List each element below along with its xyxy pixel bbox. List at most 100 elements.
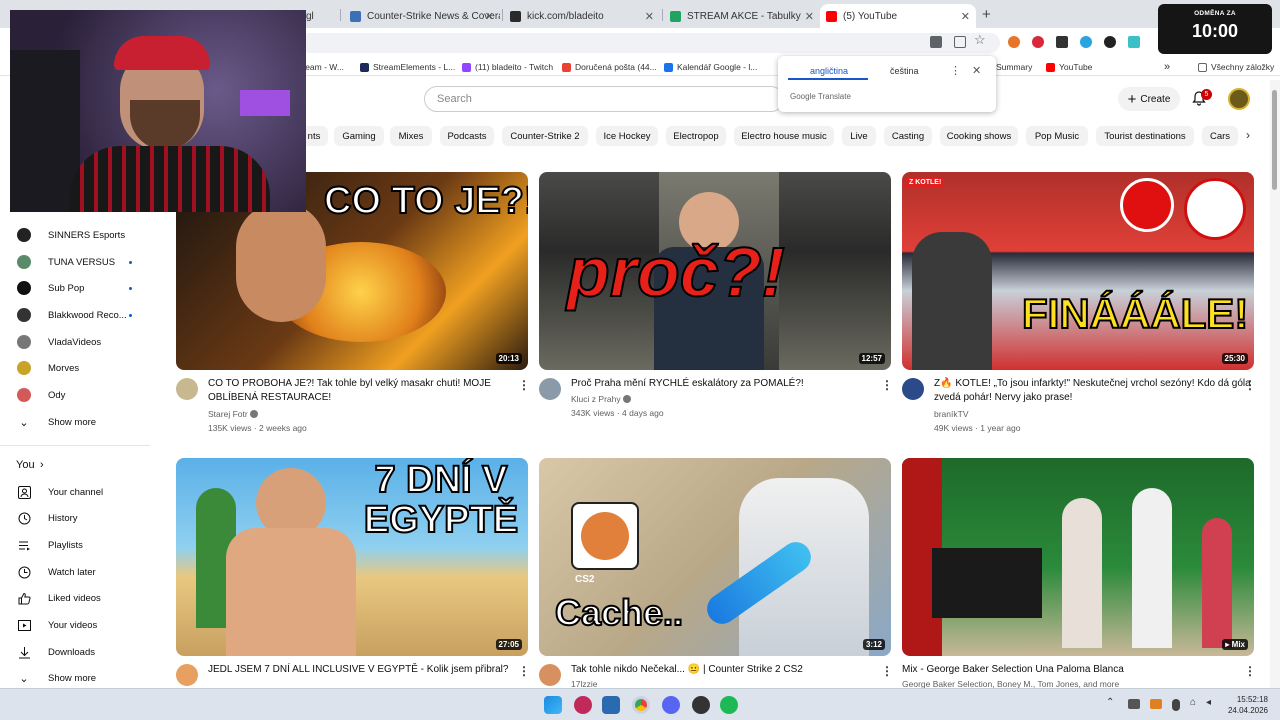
channel-avatar[interactable] [539, 664, 561, 686]
video-thumbnail[interactable]: proč?! 12:57 [539, 172, 891, 370]
tab-hltv[interactable]: Counter-Strike News & Covera ✕ [344, 4, 500, 28]
sidebar-item-history[interactable]: History [0, 508, 150, 528]
tab-youtube[interactable]: (5) YouTube ✕ [820, 4, 976, 28]
bookmark-item[interactable]: Kalendář Google - l... [664, 58, 757, 76]
chip[interactable]: Mixes [390, 126, 432, 146]
more-options-icon[interactable]: ⋮ [950, 64, 961, 77]
sidebar-item-downloads[interactable]: Downloads [0, 642, 150, 662]
chip[interactable]: Tourist destinations [1096, 126, 1194, 146]
extension-icon[interactable] [1008, 36, 1020, 48]
new-tab-button[interactable]: + [982, 6, 991, 23]
video-title[interactable]: Z🔥 KOTLE! „To jsou infarkty!" Neskutečne… [934, 377, 1254, 405]
channel-name[interactable]: George Baker Selection, Boney M., Tom Jo… [902, 677, 1119, 688]
sidebar-subscription[interactable]: Sub Pop [0, 278, 150, 298]
chip[interactable]: Counter-Strike 2 [502, 126, 588, 146]
clock[interactable]: 15:52:18 24.04.2026 [1228, 694, 1268, 716]
channel-name[interactable]: braníkTV [934, 407, 969, 421]
sidebar-subscription[interactable]: VladaVideos [0, 332, 150, 352]
more-options-icon[interactable]: ⋮ [518, 378, 530, 392]
lang-from-tab[interactable]: angličtina [810, 66, 848, 76]
close-icon[interactable]: ✕ [485, 10, 494, 23]
sidebar-item-your-channel[interactable]: Your channel [0, 482, 150, 502]
channel-avatar[interactable] [176, 378, 198, 400]
channel-name[interactable]: 17lzzie [571, 677, 597, 688]
close-icon[interactable]: ✕ [972, 64, 981, 77]
show-more-subscriptions[interactable]: ⌄ Show more [0, 412, 150, 432]
chip[interactable]: Cars [1202, 126, 1238, 146]
chevron-right-icon[interactable]: › [1246, 128, 1250, 142]
chip[interactable]: Electropop [666, 126, 726, 146]
chip[interactable]: Pop Music [1026, 126, 1088, 146]
chip[interactable]: Electro house music [734, 126, 834, 146]
app-icon[interactable] [692, 696, 710, 714]
extension-icon[interactable] [1128, 36, 1140, 48]
search-input[interactable]: Search [424, 86, 784, 112]
more-options-icon[interactable]: ⋮ [881, 664, 893, 678]
more-options-icon[interactable]: ⋮ [881, 378, 893, 392]
volume-icon[interactable]: ◂ [1206, 697, 1211, 708]
start-icon[interactable] [544, 696, 562, 714]
chip[interactable]: Ice Hockey [596, 126, 658, 146]
video-thumbnail[interactable]: Z KOTLE! FINÁÁÁLE! 25:30 [902, 172, 1254, 370]
sidebar-subscription[interactable]: Morves [0, 358, 150, 378]
scrollbar-thumb[interactable] [1272, 90, 1277, 190]
bookmark-item[interactable]: Doručená pošta (44... [562, 58, 657, 76]
sidebar-item-playlists[interactable]: Playlists [0, 535, 150, 555]
omnibox[interactable] [300, 33, 1000, 53]
sidebar-subscription[interactable]: TUNA VERSUS [0, 252, 150, 272]
chevron-up-icon[interactable]: ⌃ [1106, 697, 1114, 708]
channel-name[interactable]: Starej Fotr [208, 407, 259, 421]
channel-name[interactable]: Kluci z Prahy [571, 392, 631, 406]
more-options-icon[interactable]: ⋮ [1244, 378, 1256, 392]
create-button[interactable]: + Create [1118, 87, 1180, 111]
bookmark-item[interactable]: StreamElements - L... [360, 58, 455, 76]
bookmark-item[interactable]: YouTube [1046, 58, 1092, 76]
bookmark-item[interactable]: Summary [996, 58, 1032, 76]
extension-icon[interactable] [1080, 36, 1092, 48]
tab-sheets[interactable]: STREAM AKCE - Tabulky Google ✕ [664, 4, 820, 28]
network-icon[interactable]: ⌂ [1190, 697, 1196, 708]
install-icon[interactable] [954, 36, 966, 48]
more-options-icon[interactable]: ⋮ [1244, 664, 1256, 678]
channel-avatar[interactable] [539, 378, 561, 400]
channel-avatar[interactable] [176, 664, 198, 686]
star-icon[interactable]: ☆ [974, 32, 986, 48]
chrome-icon[interactable] [632, 696, 650, 714]
sidebar-you-header[interactable]: You › [0, 455, 150, 475]
video-title[interactable]: JEDL JSEM 7 DNÍ ALL INCLUSIVE V EGYPTĚ -… [208, 663, 528, 688]
chip[interactable]: Podcasts [440, 126, 494, 146]
video-title[interactable]: Mix - George Baker Selection Una Paloma … [902, 663, 1222, 677]
bookmarks-overflow-icon[interactable]: » [1164, 58, 1170, 76]
sidebar-subscription[interactable]: Blakkwood Reco... [0, 305, 150, 325]
app-icon[interactable] [574, 696, 592, 714]
tray-icon[interactable] [1150, 699, 1162, 709]
spotify-icon[interactable] [720, 696, 738, 714]
channel-avatar[interactable] [902, 378, 924, 400]
show-more-you[interactable]: ⌄ Show more [0, 668, 150, 688]
extension-icon[interactable] [1104, 36, 1116, 48]
close-icon[interactable]: ✕ [645, 10, 654, 23]
sidebar-subscription[interactable]: Ody [0, 385, 150, 405]
video-thumbnail[interactable]: CS2 Cache.. 3:12 [539, 458, 891, 656]
app-icon[interactable] [602, 696, 620, 714]
chip[interactable]: Gaming [334, 126, 384, 146]
video-title[interactable]: CO TO PROBOHA JE?! Tak tohle byl velký m… [208, 377, 528, 405]
extension-icon[interactable] [1056, 36, 1068, 48]
video-title[interactable]: Proč Praha mění RYCHLÉ eskalátory za POM… [571, 377, 891, 391]
translate-icon[interactable] [930, 36, 942, 48]
sidebar-item-liked-videos[interactable]: Liked videos [0, 588, 150, 608]
tab-kick[interactable]: kick.com/bladeito ✕ [504, 4, 660, 28]
video-thumbnail[interactable]: 7 DNÍ V EGYPTĚ 27:05 [176, 458, 528, 656]
extension-icon[interactable] [1032, 36, 1044, 48]
avatar[interactable] [1228, 88, 1250, 110]
sidebar-subscription[interactable]: SINNERS Esports [0, 225, 150, 245]
video-thumbnail[interactable]: ▸ Mix [902, 458, 1254, 656]
bookmark-item[interactable]: tream - W... [300, 58, 344, 76]
close-icon[interactable]: ✕ [961, 10, 970, 23]
chip[interactable]: Casting [884, 126, 932, 146]
close-icon[interactable]: ✕ [805, 10, 814, 23]
microphone-icon[interactable] [1172, 699, 1180, 711]
bookmark-item[interactable]: (11) bladeito - Twitch [462, 58, 553, 76]
more-options-icon[interactable]: ⋮ [518, 664, 530, 678]
sidebar-item-watch-later[interactable]: Watch later [0, 562, 150, 582]
